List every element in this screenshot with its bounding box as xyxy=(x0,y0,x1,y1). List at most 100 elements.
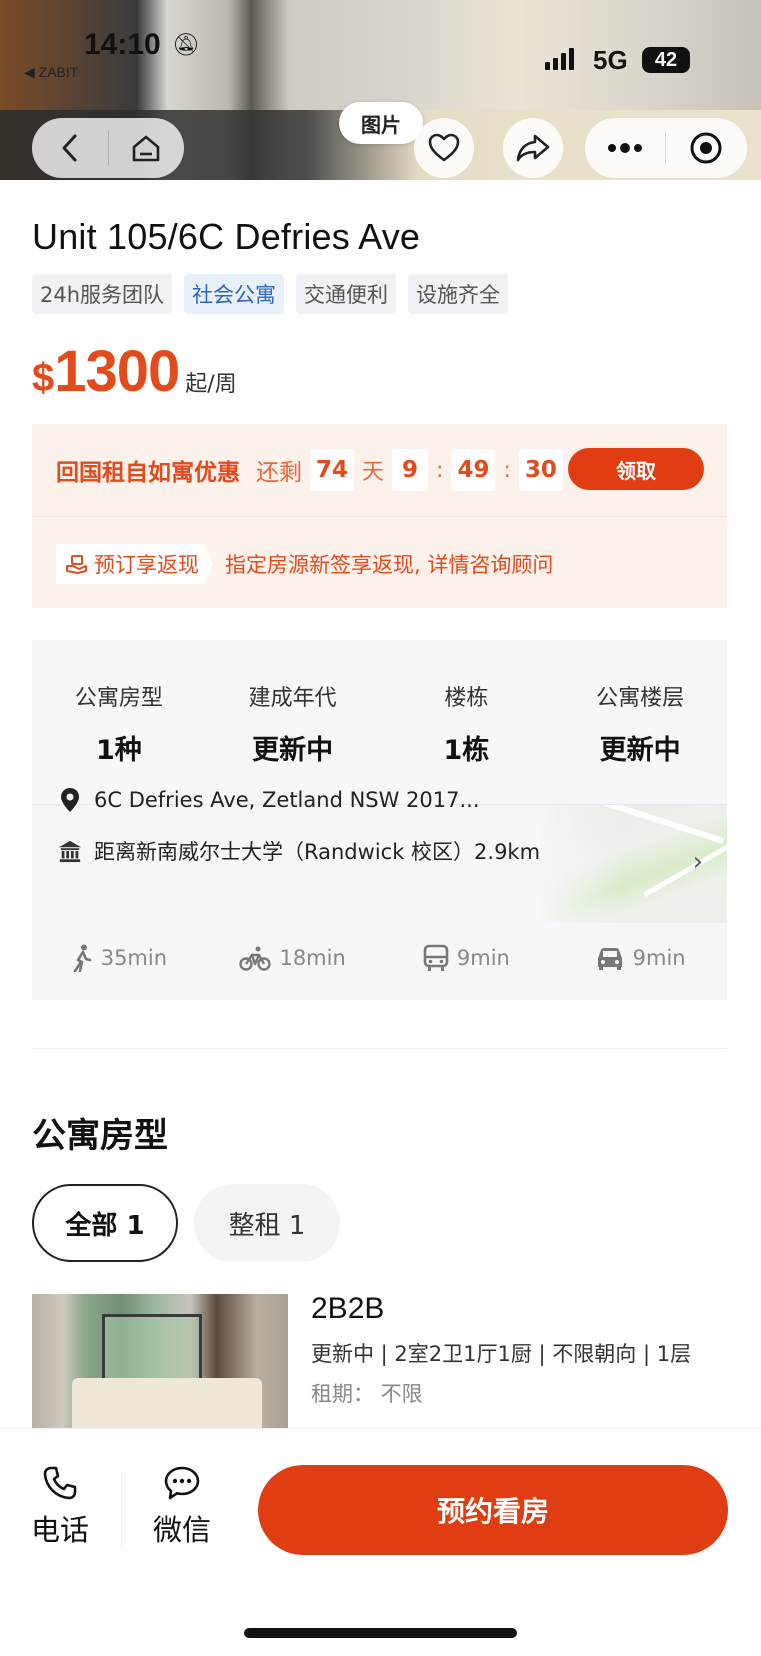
days-unit: 天 xyxy=(362,460,385,485)
countdown-separator: : xyxy=(503,457,511,483)
countdown-hours: 9 xyxy=(392,449,429,491)
countdown-separator: : xyxy=(436,457,444,483)
address-line[interactable]: 6C Defries Ave, Zetland NSW 2017... xyxy=(58,787,480,813)
heart-icon xyxy=(428,133,460,162)
bottom-separator xyxy=(121,1473,122,1549)
stat-label: 公寓房型 xyxy=(74,686,163,711)
stat-value: 1栋 xyxy=(443,735,490,766)
room-term: 租期： 不限 xyxy=(311,1382,423,1406)
share-icon xyxy=(516,134,550,162)
close-miniprogram-button[interactable] xyxy=(666,118,746,178)
stat-item: 公寓楼层 更新中 xyxy=(553,640,727,804)
stat-item: 公寓房型 1种 xyxy=(32,640,206,804)
bus-icon xyxy=(423,944,449,971)
car-icon xyxy=(597,948,622,970)
stat-label: 建成年代 xyxy=(248,686,337,711)
phone-icon xyxy=(43,1466,77,1500)
remaining-label: 还剩 xyxy=(256,460,302,486)
stat-item: 楼栋 1栋 xyxy=(380,640,554,804)
home-indicator[interactable] xyxy=(244,1628,517,1638)
room-photo-window xyxy=(102,1314,202,1384)
gift-hand-icon xyxy=(66,555,87,574)
battery-icon: 42 xyxy=(642,47,690,73)
room-name[interactable]: 2B2B xyxy=(311,1292,384,1326)
chat-bubble-icon xyxy=(164,1466,200,1500)
tag-item: 24h服务团队 xyxy=(32,274,173,314)
book-viewing-button[interactable]: 预约看房 xyxy=(258,1465,728,1555)
stat-label: 公寓楼层 xyxy=(596,686,685,711)
university-icon xyxy=(58,839,82,863)
hero-photo[interactable]: 14:10 🔕︎ ◀ ZABIT 5G 42 图片 xyxy=(0,0,761,180)
location-pin-icon xyxy=(58,787,82,813)
university-line: 距离新南威尔士大学（Randwick 校区）2.9km xyxy=(58,836,540,866)
nav-group xyxy=(32,118,184,178)
countdown-days: 74 xyxy=(310,449,355,491)
signal-icon xyxy=(545,48,574,70)
section-divider xyxy=(32,1048,727,1049)
filter-whole-rent[interactable]: 整租 1 xyxy=(194,1184,340,1262)
wechat-button[interactable]: 微信 xyxy=(132,1465,232,1549)
status-time: 14:10 xyxy=(84,28,161,61)
bell-off-icon: 🔕︎ xyxy=(172,33,200,58)
price-amount: 1300 xyxy=(54,339,180,404)
bottom-action-bar: 电话 微信 预约看房 xyxy=(0,1428,761,1656)
tag-item: 社会公寓 xyxy=(184,274,285,314)
info-card: 公寓房型 1种 建成年代 更新中 楼栋 1栋 公寓楼层 更新中 › 6C Def… xyxy=(32,640,727,1000)
miniprogram-capsule xyxy=(585,118,747,178)
address-text: 6C Defries Ave, Zetland NSW 2017... xyxy=(94,788,480,812)
back-to-app-link[interactable]: ◀ ZABIT xyxy=(24,64,78,81)
wechat-label: 微信 xyxy=(152,1513,211,1547)
travel-bus: 9min xyxy=(380,938,554,978)
chevron-right-icon: › xyxy=(692,847,703,877)
map-road xyxy=(579,805,725,845)
back-button[interactable] xyxy=(32,118,108,178)
price-unit: 起/周 xyxy=(185,372,237,397)
rebate-badge: 预订享返现 xyxy=(56,544,213,584)
more-dots-icon xyxy=(608,143,642,153)
listing-title: Unit 105/6C Defries Ave xyxy=(32,216,421,257)
rebate-text: 指定房源新签享返现, 详情咨询顾问 xyxy=(225,553,554,577)
rebate-row[interactable]: 预订享返现 指定房源新签享返现, 详情咨询顾问 xyxy=(56,544,553,584)
rebate-badge-label: 预订享返现 xyxy=(94,553,199,577)
stat-value: 更新中 xyxy=(252,735,334,766)
filter-all[interactable]: 全部 1 xyxy=(32,1184,178,1262)
tag-list: 24h服务团队 社会公寓 交通便利 设施齐全 xyxy=(32,274,509,314)
stat-value: 1种 xyxy=(95,735,142,766)
share-button[interactable] xyxy=(503,118,563,178)
room-photo[interactable] xyxy=(32,1294,288,1428)
map-road xyxy=(643,837,727,898)
home-icon xyxy=(132,135,160,162)
map-thumbnail[interactable]: › xyxy=(537,805,727,923)
stat-item: 建成年代 更新中 xyxy=(206,640,380,804)
travel-walk: 35min xyxy=(32,938,206,978)
more-button[interactable] xyxy=(585,118,665,178)
walk-time: 35min xyxy=(100,946,168,970)
favorite-button[interactable] xyxy=(414,118,474,178)
phone-label: 电话 xyxy=(30,1513,89,1547)
university-distance: 距离新南威尔士大学（Randwick 校区）2.9km xyxy=(94,840,541,864)
photo-tab[interactable]: 图片 xyxy=(339,102,423,144)
promo-divider xyxy=(32,516,727,517)
travel-times: 35min 18min 9min 9min xyxy=(32,938,727,978)
claim-button[interactable]: 领取 xyxy=(568,448,704,490)
tag-item: 设施齐全 xyxy=(408,274,509,314)
countdown-minutes: 49 xyxy=(451,449,496,491)
price: $ 1300 起/周 xyxy=(32,338,237,405)
stat-value: 更新中 xyxy=(599,735,681,766)
stat-label: 楼栋 xyxy=(444,686,489,711)
countdown-seconds: 30 xyxy=(518,449,563,491)
promo-box: 回国租自如寓优惠 还剩 74 天 9 : 49 : 30 领取 预订享返现 指定… xyxy=(32,424,727,608)
home-button[interactable] xyxy=(109,118,185,178)
walk-icon xyxy=(73,944,92,972)
room-types-title: 公寓房型 xyxy=(32,1116,168,1156)
target-icon xyxy=(690,132,722,164)
room-desc: 更新中 | 2室2卫1厅1厨 | 不限朝向 | 1层 xyxy=(311,1342,692,1366)
car-time: 9min xyxy=(632,946,686,970)
tag-item: 交通便利 xyxy=(296,274,397,314)
promo-title: 回国租自如寓优惠 xyxy=(56,460,240,486)
stats-row: 公寓房型 1种 建成年代 更新中 楼栋 1栋 公寓楼层 更新中 xyxy=(32,640,727,804)
price-currency: $ xyxy=(32,356,55,400)
network-label: 5G xyxy=(593,45,628,75)
phone-button[interactable]: 电话 xyxy=(10,1465,110,1549)
bike-icon xyxy=(239,946,272,971)
